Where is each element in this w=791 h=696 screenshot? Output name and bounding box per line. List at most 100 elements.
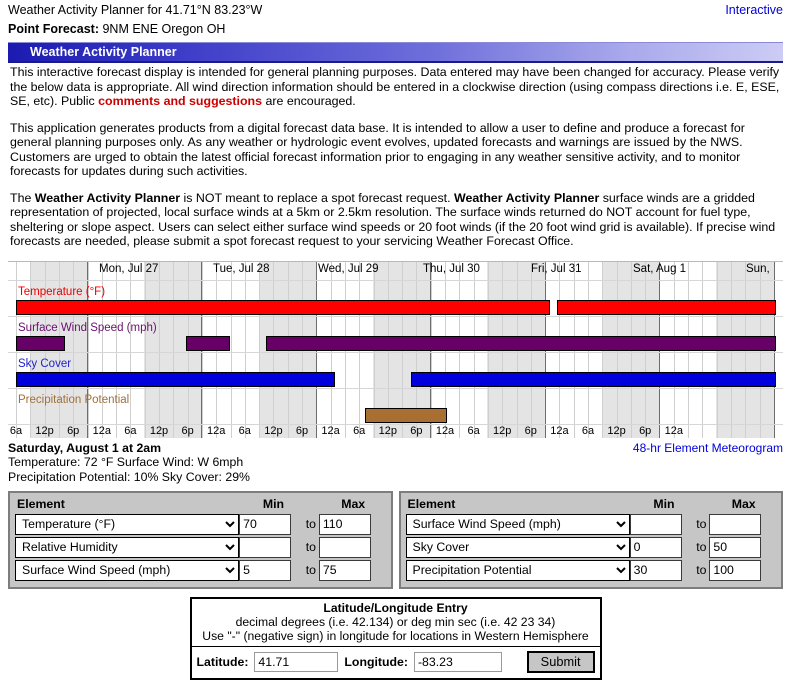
min-input-cell (239, 559, 306, 582)
to-label: to (305, 540, 316, 554)
max-input[interactable] (318, 513, 371, 535)
column-header-max: Max (731, 496, 756, 511)
chart-plot-area[interactable]: Mon, Jul 27 Tue, Jul 28 Wed, Jul 29 Thu, Ju… (8, 261, 783, 438)
chart-bar[interactable] (16, 299, 550, 315)
hour-gridline (116, 261, 117, 438)
chart-hour-tick-label: 12p (264, 424, 283, 437)
element-criteria-table: Element Min Max Temperature (°F) to Relative … (15, 497, 386, 582)
row-separator (8, 351, 783, 353)
chart-hour-tick-label: 6a (467, 424, 480, 437)
min-input[interactable] (629, 536, 682, 558)
min-input[interactable] (239, 536, 292, 558)
column-header-spacer (306, 497, 319, 513)
element-criteria-table: Element Min Max Surface Wind Speed (mph) to S… (405, 496, 777, 582)
element-meteogram-chart[interactable]: Mon, Jul 27 Tue, Jul 28 Wed, Jul 29 Thu, Ju… (8, 260, 783, 438)
chart-hour-tick-label: 6p (67, 424, 80, 437)
chart-series-label: Precipitation Potential (18, 393, 130, 406)
chart-hour-tick-label: 6p (181, 424, 194, 437)
chart-day-label: Thu, Jul 30 (423, 262, 480, 275)
max-input[interactable] (709, 559, 762, 581)
chart-hour-tick-label: 6a (353, 424, 366, 437)
paragraph-1-part-b: are encouraged. (262, 94, 356, 108)
banner-title: Weather Activity Planner (30, 45, 177, 59)
min-input-cell (629, 536, 697, 559)
column-header-element: Element (17, 496, 65, 511)
max-input[interactable] (709, 536, 762, 558)
chart-hour-tick-label: 12a (664, 424, 683, 437)
chart-hour-tick-label: 12p (149, 424, 169, 437)
interactive-link[interactable]: Interactive (725, 3, 783, 17)
paragraph-3-part-a: The (10, 190, 35, 205)
max-input-cell (709, 559, 776, 582)
max-input[interactable] (318, 559, 371, 581)
chart-bar[interactable] (411, 371, 776, 387)
element-panel-right: Element Min Max Surface Wind Speed (mph) to S… (398, 490, 783, 589)
chart-series-label: Sky Cover (18, 357, 72, 370)
max-input[interactable] (318, 536, 371, 558)
chart-bar[interactable] (365, 407, 447, 423)
element-select[interactable]: Sky Cover (405, 536, 630, 558)
paragraph-3-part-c: is NOT meant to replace a spot forecast … (180, 190, 454, 205)
latitude-input[interactable] (254, 651, 339, 672)
element-criteria-row: Surface Wind Speed (mph) to (15, 559, 386, 582)
page-title: Weather Activity Planner for 41.71°N 83.… (8, 3, 263, 17)
column-header-element: Element (407, 496, 456, 511)
chart-bar[interactable] (557, 299, 776, 315)
paragraph-1: This interactive forecast display is int… (10, 65, 781, 109)
element-select[interactable]: Surface Wind Speed (mph) (405, 513, 630, 535)
min-input[interactable] (629, 513, 682, 535)
hour-gridline (173, 261, 174, 438)
longitude-input[interactable] (413, 651, 502, 672)
chart-bar[interactable] (266, 335, 776, 351)
hour-gridline (259, 261, 260, 438)
element-select[interactable]: Surface Wind Speed (mph) (15, 559, 240, 581)
min-input[interactable] (629, 559, 682, 581)
min-input[interactable] (239, 513, 292, 535)
chart-day-label: Sun, (746, 262, 770, 275)
chart-hour-tick-label: 6p (524, 424, 537, 437)
max-input-cell (318, 536, 386, 559)
to-label: to (305, 517, 316, 531)
chart-bar[interactable] (16, 371, 335, 387)
comments-and-suggestions-link[interactable]: comments and suggestions (98, 94, 262, 108)
chart-day-label: Wed, Jul 29 (318, 262, 379, 275)
chart-bar[interactable] (186, 335, 230, 351)
element-panel-left: Element Min Max Temperature (°F) to Relative … (8, 490, 393, 589)
chart-hour-tick-label: 12a (92, 424, 111, 437)
readout-line-1: Temperature: 72 °F Surface Wind: W 6mph (8, 455, 244, 469)
row-separator (8, 315, 783, 317)
paragraph-3-bold-1: Weather Activity Planner (34, 190, 181, 205)
latlon-title: Latitude/Longitude Entry (323, 600, 468, 615)
chart-series-label: Surface Wind Speed (mph) (18, 321, 157, 334)
min-input[interactable] (239, 559, 292, 581)
max-input-cell (709, 536, 776, 559)
chart-hour-tick-label: 6a (238, 424, 251, 437)
hour-gridline (245, 261, 246, 438)
submit-button[interactable]: Submit (526, 650, 595, 673)
table-header-row: Element Min Max (15, 497, 386, 513)
latlon-hint-2: Use "-" (negative sign) in longitude for… (202, 628, 589, 643)
description-text: This interactive forecast display is int… (10, 65, 781, 249)
max-input[interactable] (709, 513, 762, 535)
chart-day-label: Sat, Aug 1 (633, 262, 687, 275)
column-header-min: Min (262, 496, 285, 511)
min-input-cell (629, 513, 697, 536)
chart-hour-tick-label: 12a (550, 424, 569, 437)
chart-hour-tick-label: 12p (35, 424, 54, 437)
meteogram-link[interactable]: 48-hr Element Meteorogram (633, 441, 783, 456)
hour-gridline (130, 261, 131, 438)
latlon-hint-1: decimal degrees (i.e. 42.134) or deg min… (235, 614, 556, 629)
element-select[interactable]: Temperature (°F) (15, 513, 240, 535)
column-header-max: Max (341, 496, 366, 511)
point-forecast-line: Point Forecast: 9NM ENE Oregon OH (0, 19, 791, 39)
latitude-label: Latitude: (196, 654, 249, 669)
element-select[interactable]: Relative Humidity (15, 536, 240, 558)
chart-hour-tick-label: 6a (581, 424, 595, 437)
chart-day-label: Mon, Jul 27 (99, 262, 159, 275)
element-select[interactable]: Precipitation Potential (405, 559, 630, 581)
chart-hour-tick-label: 12p (493, 424, 512, 437)
chart-bar[interactable] (16, 335, 65, 351)
to-label: to (696, 540, 707, 554)
element-criteria-row: Precipitation Potential to (405, 559, 777, 582)
chart-hour-tick-label: 6p (295, 424, 309, 437)
